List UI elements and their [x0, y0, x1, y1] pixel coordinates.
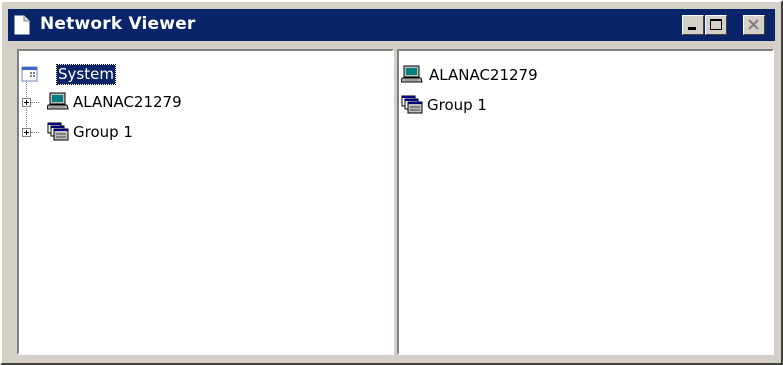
- minimize-icon: [683, 16, 703, 34]
- expand-plus-icon[interactable]: [22, 128, 31, 137]
- close-icon: [744, 16, 764, 34]
- group-icon: [47, 122, 69, 142]
- maximize-icon: [706, 16, 726, 34]
- tree-label-group: Group 1: [73, 123, 133, 141]
- tree-connector: [31, 102, 39, 103]
- group-icon: [401, 95, 423, 115]
- list-view-pane[interactable]: ALANAC21279 Group 1: [397, 49, 774, 355]
- close-button[interactable]: [743, 15, 765, 35]
- window-title: Network Viewer: [40, 14, 196, 34]
- expand-plus-icon[interactable]: [22, 98, 31, 107]
- title-bar[interactable]: Network Viewer: [8, 9, 775, 41]
- tree-label-system: System: [56, 64, 116, 85]
- network-viewer-window: Network Viewer System ALANAC21279 Group …: [0, 0, 783, 365]
- tree-label-computer: ALANAC21279: [73, 93, 182, 111]
- maximize-button[interactable]: [705, 15, 727, 35]
- system-icon: [21, 66, 39, 84]
- computer-icon: [401, 65, 423, 85]
- list-label-computer: ALANAC21279: [429, 66, 538, 84]
- document-icon: [14, 15, 30, 35]
- list-label-group: Group 1: [427, 96, 487, 114]
- tree-view-pane[interactable]: System ALANAC21279 Group 1: [17, 49, 394, 355]
- tree-connector: [31, 132, 39, 133]
- computer-icon: [47, 92, 69, 112]
- minimize-button[interactable]: [682, 15, 704, 35]
